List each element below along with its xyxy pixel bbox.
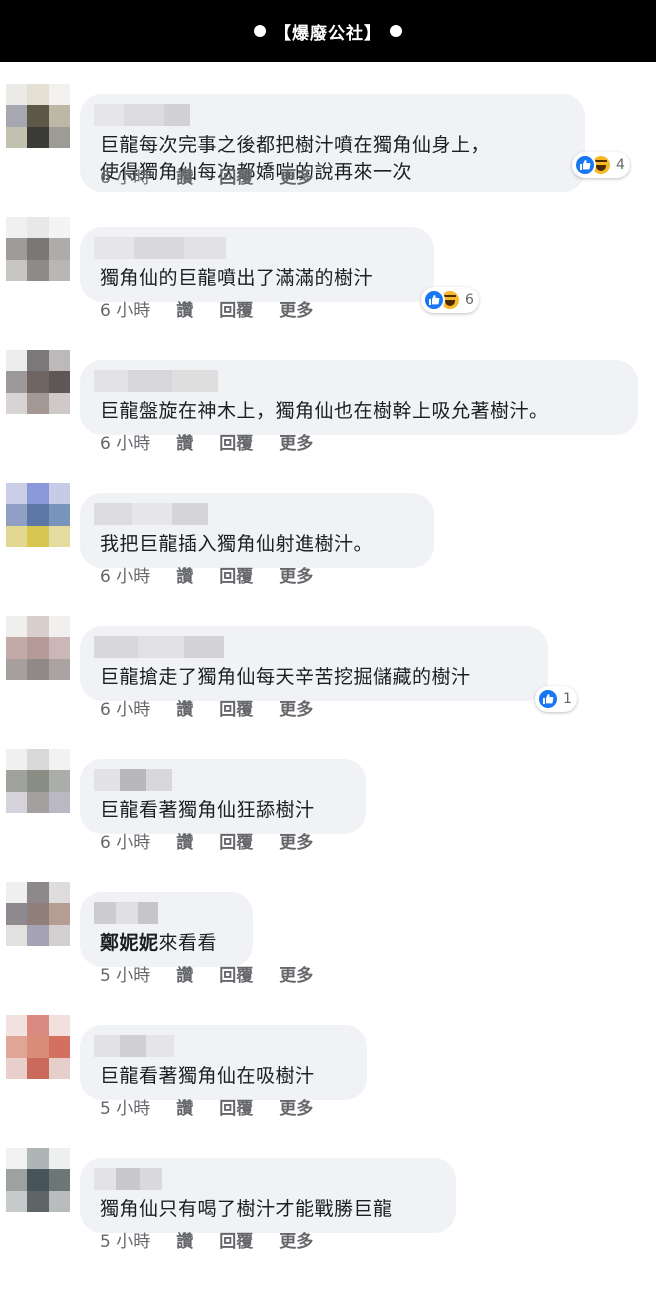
reaction-summary[interactable]: 4 <box>572 152 630 178</box>
more-link[interactable]: 更多 <box>279 429 313 454</box>
avatar[interactable] <box>6 84 70 148</box>
reply-link[interactable]: 回覆 <box>219 163 253 188</box>
comment: 巨龍盤旋在神木上，獨角仙也在樹幹上吸允著樹汁。 6 小時 讚 回覆 更多 <box>0 332 656 465</box>
timestamp: 6 小時 <box>100 168 151 188</box>
like-link[interactable]: 讚 <box>176 1227 193 1252</box>
comment-bubble: 我把巨龍插入獨角仙射進樹汁。 <box>80 493 434 568</box>
reaction-summary[interactable]: 6 <box>421 287 479 313</box>
page-header: 【爆廢公社】 <box>0 0 656 62</box>
reply-link[interactable]: 回覆 <box>219 1227 253 1252</box>
avatar[interactable] <box>6 1015 70 1079</box>
avatar[interactable] <box>6 483 70 547</box>
reply-link[interactable]: 回覆 <box>219 562 253 587</box>
avatar[interactable] <box>6 882 70 946</box>
like-link[interactable]: 讚 <box>176 828 193 853</box>
comment: 巨龍看著獨角仙在吸樹汁 5 小時 讚 回覆 更多 <box>0 997 656 1130</box>
more-link[interactable]: 更多 <box>279 828 313 853</box>
mentioned-user[interactable]: 鄭妮妮 <box>100 932 159 954</box>
reply-link[interactable]: 回覆 <box>219 296 253 321</box>
avatar[interactable] <box>6 616 70 680</box>
comment-meta: 6 小時 讚 回覆 更多 <box>100 562 339 587</box>
comment-text: 獨角仙的巨龍噴出了滿滿的樹汁 <box>100 267 374 289</box>
like-link[interactable]: 讚 <box>176 429 193 454</box>
timestamp: 6 小時 <box>100 434 151 454</box>
reaction-count: 4 <box>616 157 625 173</box>
comment-bubble: 巨龍看著獨角仙狂舔樹汁 <box>80 759 366 834</box>
reply-link[interactable]: 回覆 <box>219 828 253 853</box>
timestamp: 5 小時 <box>100 1232 151 1252</box>
like-link[interactable]: 讚 <box>176 163 193 188</box>
timestamp: 6 小時 <box>100 301 151 321</box>
comment-bubble: 巨龍看著獨角仙在吸樹汁 <box>80 1025 367 1100</box>
more-link[interactable]: 更多 <box>279 562 313 587</box>
comment-meta: 6 小時 讚 回覆 更多 <box>100 828 339 853</box>
more-link[interactable]: 更多 <box>279 1227 313 1252</box>
comment-meta: 5 小時 讚 回覆 更多 <box>100 1094 339 1119</box>
comment-bubble: 巨龍盤旋在神木上，獨角仙也在樹幹上吸允著樹汁。 <box>80 360 638 435</box>
comment-text: 獨角仙只有喝了樹汁才能戰勝巨龍 <box>100 1198 393 1220</box>
comment-meta: 6 小時 讚 回覆 更多 <box>100 429 339 454</box>
comment-meta: 6 小時 讚 回覆 更多 <box>100 296 339 321</box>
comment-text: 巨龍盤旋在神木上，獨角仙也在樹幹上吸允著樹汁。 <box>100 400 549 422</box>
reaction-count: 6 <box>465 292 474 308</box>
comment-bubble: 巨龍搶走了獨角仙每天辛苦挖掘儲藏的樹汁 <box>80 626 548 701</box>
reply-link[interactable]: 回覆 <box>219 1094 253 1119</box>
reply-link[interactable]: 回覆 <box>219 429 253 454</box>
comment: 巨龍搶走了獨角仙每天辛苦挖掘儲藏的樹汁 1 6 小時 讚 回覆 更多 <box>0 598 656 731</box>
page-title: 【爆廢公社】 <box>274 23 382 44</box>
comment-text: 巨龍看著獨角仙狂舔樹汁 <box>100 799 315 821</box>
comment-bubble: 獨角仙只有喝了樹汁才能戰勝巨龍 <box>80 1158 456 1233</box>
like-icon <box>537 688 559 710</box>
comment-bubble: 獨角仙的巨龍噴出了滿滿的樹汁 <box>80 227 434 302</box>
comment-meta: 6 小時 讚 回覆 更多 <box>100 695 339 720</box>
like-link[interactable]: 讚 <box>176 296 193 321</box>
timestamp: 6 小時 <box>100 700 151 720</box>
comment: 巨龍每次完事之後都把樹汁噴在獨角仙身上， 使得獨角仙每次都嬌喘的說再來一次 4 … <box>0 66 656 199</box>
comment: 我把巨龍插入獨角仙射進樹汁。 6 小時 讚 回覆 更多 <box>0 465 656 598</box>
comment-bubble: 鄭妮妮來看看 <box>80 892 253 967</box>
like-link[interactable]: 讚 <box>176 695 193 720</box>
more-link[interactable]: 更多 <box>279 1094 313 1119</box>
comment-text: 鄭妮妮來看看 <box>100 932 218 954</box>
comment-meta: 6 小時 讚 回覆 更多 <box>100 163 339 188</box>
reply-link[interactable]: 回覆 <box>219 961 253 986</box>
like-link[interactable]: 讚 <box>176 562 193 587</box>
avatar[interactable] <box>6 350 70 414</box>
comment: 獨角仙的巨龍噴出了滿滿的樹汁 6 6 小時 讚 回覆 更多 <box>0 199 656 332</box>
comment: 鄭妮妮來看看 5 小時 讚 回覆 更多 <box>0 864 656 997</box>
reply-link[interactable]: 回覆 <box>219 695 253 720</box>
timestamp: 5 小時 <box>100 1099 151 1119</box>
like-icon <box>423 289 445 311</box>
reaction-summary[interactable]: 1 <box>535 686 577 712</box>
comment-meta: 5 小時 讚 回覆 更多 <box>100 961 339 986</box>
comment: 獨角仙只有喝了樹汁才能戰勝巨龍 5 小時 讚 回覆 更多 <box>0 1130 656 1263</box>
like-icon <box>574 154 596 176</box>
more-link[interactable]: 更多 <box>279 961 313 986</box>
avatar[interactable] <box>6 749 70 813</box>
comment-meta: 5 小時 讚 回覆 更多 <box>100 1227 339 1252</box>
avatar[interactable] <box>6 217 70 281</box>
like-link[interactable]: 讚 <box>176 1094 193 1119</box>
more-link[interactable]: 更多 <box>279 296 313 321</box>
reaction-count: 1 <box>563 691 572 707</box>
timestamp: 6 小時 <box>100 833 151 853</box>
like-link[interactable]: 讚 <box>176 961 193 986</box>
comment: 巨龍看著獨角仙狂舔樹汁 6 小時 讚 回覆 更多 <box>0 731 656 864</box>
more-link[interactable]: 更多 <box>279 695 313 720</box>
timestamp: 6 小時 <box>100 567 151 587</box>
comment-text: 我把巨龍插入獨角仙射進樹汁。 <box>100 533 374 555</box>
avatar[interactable] <box>6 1148 70 1212</box>
comment-text: 巨龍看著獨角仙在吸樹汁 <box>100 1065 315 1087</box>
comment-text: 巨龍搶走了獨角仙每天辛苦挖掘儲藏的樹汁 <box>100 666 471 688</box>
more-link[interactable]: 更多 <box>279 163 313 188</box>
bullet-icon <box>254 25 266 37</box>
bullet-icon <box>390 25 402 37</box>
timestamp: 5 小時 <box>100 966 151 986</box>
